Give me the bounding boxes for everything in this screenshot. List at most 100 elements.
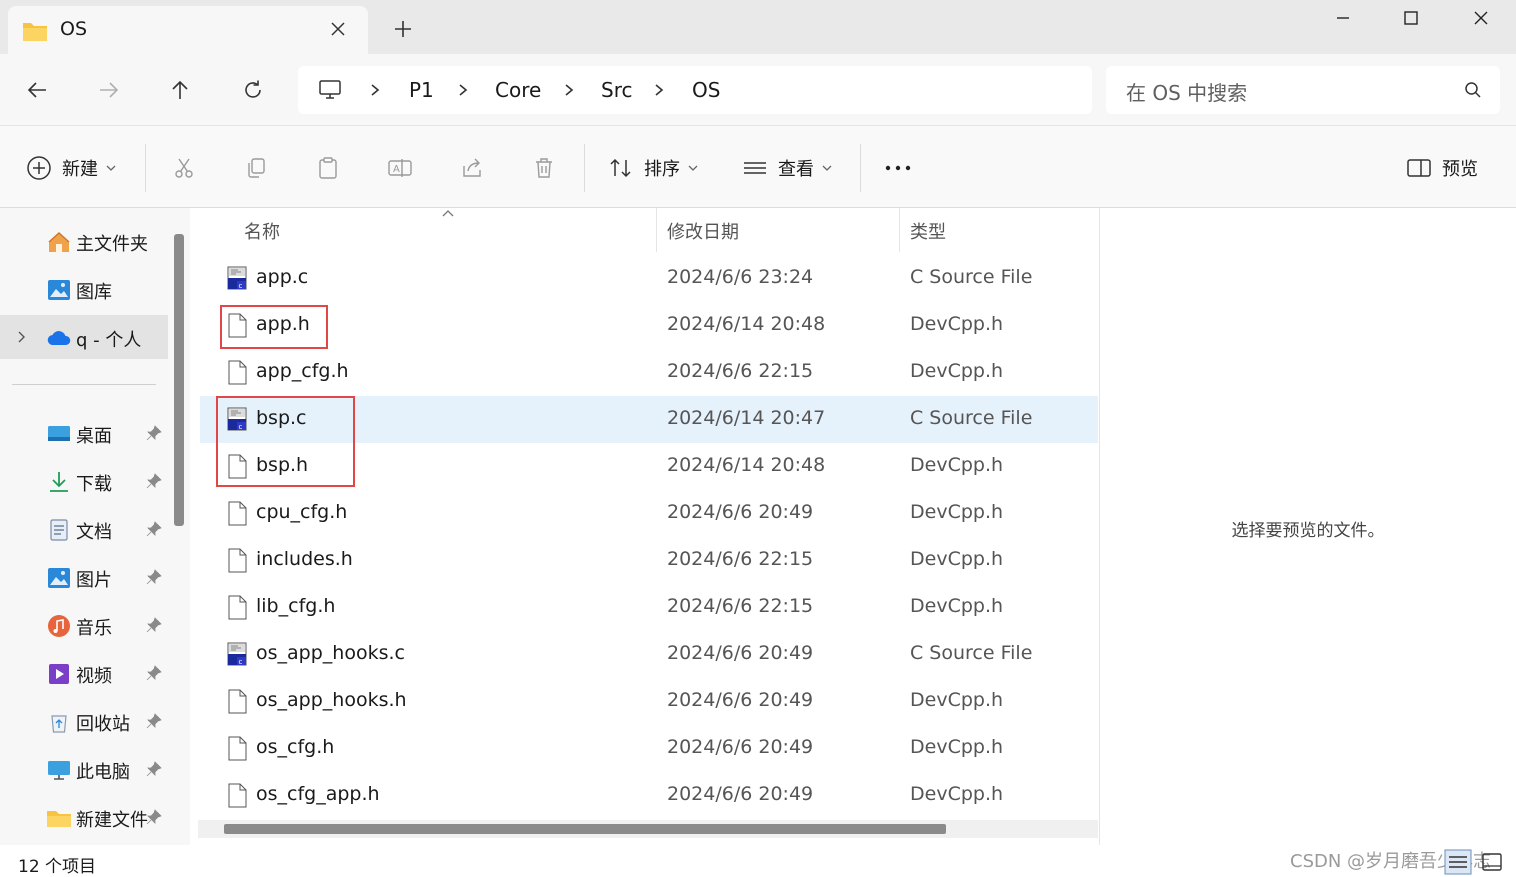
chevron-right-icon[interactable] — [16, 329, 28, 345]
sidebar-item-home[interactable]: 主文件夹 — [0, 219, 168, 263]
sidebar-item-new-folder[interactable]: 新建文件夹 — [0, 795, 168, 839]
address-bar[interactable]: P1 Core Src OS — [298, 66, 1092, 114]
scrollbar-thumb[interactable] — [224, 824, 946, 834]
copy-button[interactable] — [242, 154, 270, 182]
sidebar-item-downloads[interactable]: 下载 — [0, 459, 168, 503]
sidebar-item-music[interactable]: 音乐 — [0, 603, 168, 647]
file-row[interactable]: includes.h 2024/6/6 22:15 DevCpp.h — [200, 537, 1098, 584]
large-icons-view-icon[interactable] — [1478, 849, 1506, 875]
view-button[interactable]: 查看 — [742, 152, 832, 184]
minimize-button[interactable] — [1308, 0, 1378, 36]
file-modified-date: 2024/6/14 20:47 — [667, 407, 826, 429]
navigation-bar: P1 Core Src OS 在 OS 中搜索 — [0, 54, 1516, 125]
file-type: DevCpp.h — [910, 313, 1004, 335]
file-row[interactable]: bsp.h 2024/6/14 20:48 DevCpp.h — [200, 443, 1098, 490]
new-label: 新建 — [62, 159, 98, 180]
plus-icon[interactable] — [390, 16, 416, 42]
file-row[interactable]: c bsp.c 2024/6/14 20:47 C Source File — [200, 396, 1098, 443]
column-header-name[interactable]: 名称 — [198, 208, 656, 252]
chevron-right-icon[interactable] — [368, 80, 382, 100]
tab-os[interactable]: OS — [8, 6, 368, 54]
search-box[interactable]: 在 OS 中搜索 — [1106, 66, 1500, 114]
download-icon — [50, 472, 68, 492]
delete-button[interactable] — [530, 154, 558, 182]
toolbar-divider — [584, 144, 585, 192]
music-icon — [48, 615, 70, 637]
file-modified-date: 2024/6/6 20:49 — [667, 783, 814, 805]
header-file-icon — [228, 595, 247, 620]
pin-icon — [146, 473, 162, 489]
sidebar-item-desktop[interactable]: 桌面 — [0, 411, 168, 455]
sidebar-item-onedrive[interactable]: q - 个人 — [0, 315, 168, 359]
file-row[interactable]: app.h 2024/6/14 20:48 DevCpp.h — [200, 302, 1098, 349]
back-button[interactable] — [20, 73, 54, 107]
pin-icon — [146, 569, 162, 585]
header-file-icon — [228, 736, 247, 761]
plus-circle-icon — [27, 156, 51, 180]
forward-button[interactable] — [92, 73, 126, 107]
close-window-button[interactable] — [1446, 0, 1516, 36]
horizontal-scrollbar[interactable] — [198, 820, 1098, 838]
file-name: os_cfg.h — [256, 736, 335, 758]
share-button[interactable] — [458, 154, 486, 182]
chevron-right-icon[interactable] — [562, 80, 576, 100]
file-row[interactable]: c os_app_hooks.c 2024/6/6 20:49 C Source Fi… — [200, 631, 1098, 678]
file-row[interactable]: app_cfg.h 2024/6/6 22:15 DevCpp.h — [200, 349, 1098, 396]
sidebar-item-this-pc[interactable]: 此电脑 — [0, 747, 168, 791]
chevron-right-icon[interactable] — [456, 80, 470, 100]
pin-icon — [146, 761, 162, 777]
sidebar-item-videos[interactable]: 视频 — [0, 651, 168, 695]
preview-toggle-button[interactable]: 预览 — [1406, 152, 1478, 184]
sort-button[interactable]: 排序 — [608, 152, 698, 184]
sidebar-item-recycle-bin[interactable]: 回收站 — [0, 699, 168, 743]
c-source-file-icon: c — [227, 407, 247, 431]
paste-icon — [319, 157, 337, 179]
file-modified-date: 2024/6/6 22:15 — [667, 548, 814, 570]
pin-icon — [146, 665, 162, 681]
delete-icon — [536, 158, 552, 178]
breadcrumb-core[interactable]: Core — [495, 78, 541, 102]
file-row[interactable]: os_cfg.h 2024/6/6 20:49 DevCpp.h — [200, 725, 1098, 772]
sidebar-item-label: q - 个人 — [76, 330, 142, 351]
file-name: app.c — [256, 266, 309, 288]
column-header-date[interactable]: 修改日期 — [657, 208, 899, 252]
file-row[interactable]: os_app_hooks.h 2024/6/6 20:49 DevCpp.h — [200, 678, 1098, 725]
file-row[interactable]: lib_cfg.h 2024/6/6 22:15 DevCpp.h — [200, 584, 1098, 631]
svg-text:c: c — [239, 423, 243, 431]
sidebar-item-label: 图片 — [76, 570, 112, 591]
sidebar-item-documents[interactable]: 文档 — [0, 507, 168, 551]
search-input[interactable]: 在 OS 中搜索 — [1126, 77, 1247, 106]
refresh-button[interactable] — [236, 73, 270, 107]
column-header-type[interactable]: 类型 — [900, 208, 1098, 252]
breadcrumb-p1[interactable]: P1 — [409, 78, 434, 102]
file-modified-date: 2024/6/14 20:48 — [667, 313, 826, 335]
details-view-icon[interactable] — [1444, 849, 1472, 875]
up-button[interactable] — [163, 73, 197, 107]
sidebar-item-pictures[interactable]: 图片 — [0, 555, 168, 599]
breadcrumb-src[interactable]: Src — [601, 78, 632, 102]
navigation-pane: 主文件夹 图库 q - 个人 桌面 下载 文档 图片 音乐 视频 回收站 此电脑… — [0, 208, 190, 845]
paste-button[interactable] — [314, 154, 342, 182]
cut-button[interactable] — [170, 154, 198, 182]
file-row[interactable]: cpu_cfg.h 2024/6/6 20:49 DevCpp.h — [200, 490, 1098, 537]
pictures-icon — [48, 568, 70, 588]
chevron-right-icon[interactable] — [652, 80, 666, 100]
rename-icon: A — [388, 159, 412, 177]
new-button[interactable]: 新建 — [26, 152, 116, 184]
chevron-down-icon — [688, 165, 698, 171]
file-name: app_cfg.h — [256, 360, 349, 382]
breadcrumb-os[interactable]: OS — [692, 78, 720, 102]
computer-icon[interactable] — [318, 78, 342, 102]
header-file-icon — [228, 501, 247, 526]
refresh-icon — [245, 80, 261, 98]
sidebar-scrollbar[interactable] — [174, 234, 184, 526]
more-options-button[interactable] — [884, 152, 912, 184]
file-row[interactable]: c app.c 2024/6/6 23:24 C Source File — [200, 255, 1098, 302]
file-modified-date: 2024/6/6 20:49 — [667, 642, 814, 664]
rename-button[interactable]: A — [386, 154, 414, 182]
maximize-button[interactable] — [1376, 0, 1446, 36]
close-icon[interactable] — [326, 17, 350, 41]
file-row[interactable]: os_cfg_app.h 2024/6/6 20:49 DevCpp.h — [200, 772, 1098, 819]
search-icon — [1465, 82, 1481, 98]
sidebar-item-gallery[interactable]: 图库 — [0, 267, 168, 311]
